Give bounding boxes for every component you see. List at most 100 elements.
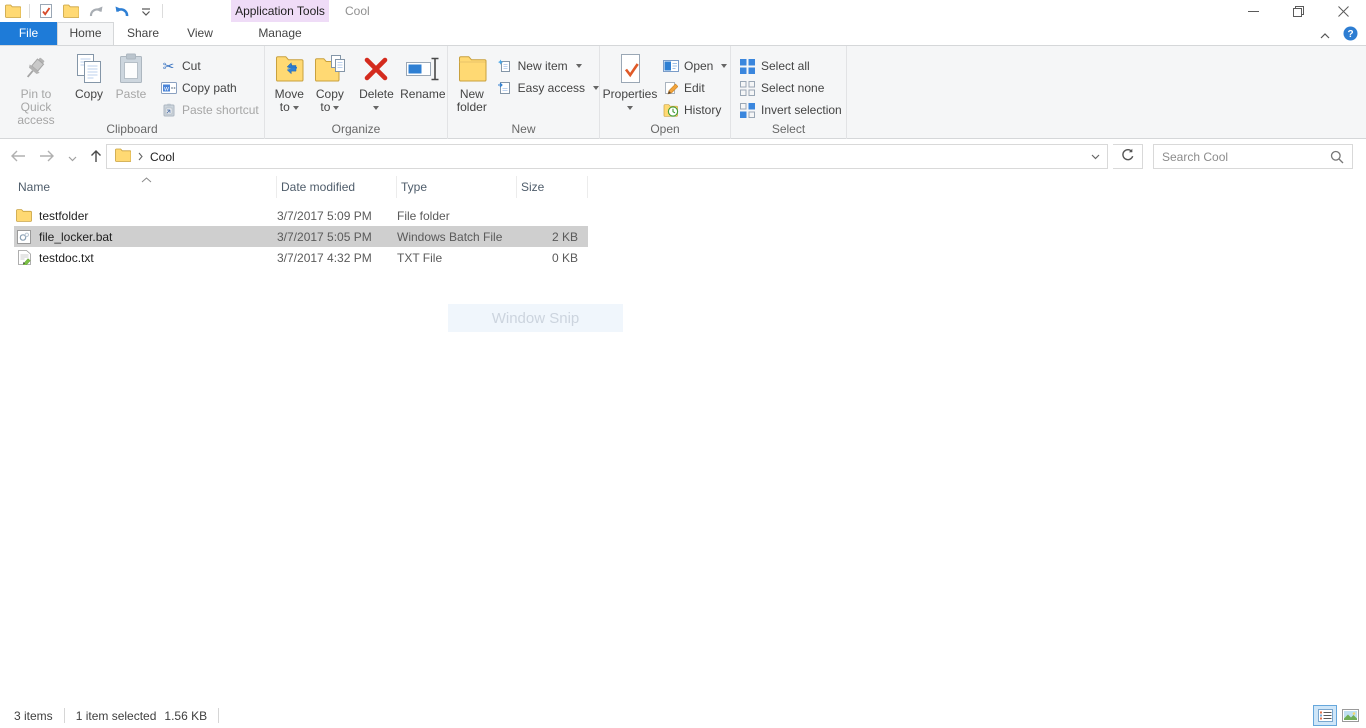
select-group-label: Select: [731, 122, 846, 136]
copy-to-button[interactable]: Copy to: [310, 48, 351, 114]
large-icons-view-button[interactable]: [1339, 706, 1361, 725]
address-bar[interactable]: Cool: [106, 144, 1108, 169]
paste-label: Paste: [116, 87, 147, 101]
view-switcher: [1314, 706, 1361, 725]
qat-new-folder-icon[interactable]: [62, 2, 80, 20]
back-icon[interactable]: [10, 150, 26, 165]
select-none-button[interactable]: Select none: [739, 77, 842, 99]
refresh-button[interactable]: [1113, 144, 1143, 169]
table-row[interactable]: testfolder 3/7/2017 5:09 PM File folder: [14, 205, 588, 226]
status-bar: 3 items 1 item selected 1.56 KB: [0, 703, 1366, 728]
breadcrumb-segment[interactable]: Cool: [150, 150, 175, 164]
invert-selection-icon: [739, 103, 756, 118]
forward-icon[interactable]: [39, 150, 55, 165]
dropdown-arrow-icon: [627, 106, 633, 110]
column-header-type[interactable]: Type: [397, 176, 517, 198]
minimize-button[interactable]: [1231, 0, 1276, 22]
dropdown-arrow-icon: [333, 106, 339, 110]
open-group-label: Open: [600, 122, 730, 136]
navigation-buttons: [10, 149, 102, 166]
rename-button[interactable]: Rename: [399, 48, 447, 101]
easy-access-label: Easy access: [518, 81, 585, 95]
details-view-button[interactable]: [1314, 706, 1336, 725]
column-header-size[interactable]: Size: [517, 176, 588, 198]
edit-button[interactable]: Edit: [662, 77, 727, 99]
select-all-icon: [739, 59, 756, 74]
copy-path-label: Copy path: [182, 81, 237, 95]
tab-view[interactable]: View: [172, 22, 228, 45]
copy-to-icon: [313, 51, 347, 87]
pin-to-quick-access-button[interactable]: Pin to Quick access: [4, 48, 68, 127]
search-box: [1153, 144, 1353, 169]
clipboard-group-label: Clipboard: [0, 122, 264, 136]
dropdown-arrow-icon: [721, 64, 727, 68]
paste-icon: [117, 51, 145, 87]
rename-label: Rename: [400, 87, 445, 101]
properties-label: Properties: [603, 87, 658, 101]
tab-manage[interactable]: Manage: [228, 22, 332, 45]
table-row[interactable]: testdoc.txt 3/7/2017 4:32 PM TXT File 0 …: [14, 247, 588, 268]
recent-locations-icon[interactable]: [68, 151, 77, 165]
new-folder-button[interactable]: New folder: [454, 48, 490, 114]
file-icon: [16, 230, 32, 244]
column-header-date-modified[interactable]: Date modified: [277, 176, 397, 198]
breadcrumb-chevron-icon[interactable]: [138, 150, 143, 164]
up-icon[interactable]: [90, 149, 102, 166]
qat-divider: [29, 4, 30, 18]
qat-customize-icon[interactable]: [137, 2, 155, 20]
new-item-label: New item: [518, 59, 568, 73]
window-snip-ghost: Window Snip: [448, 304, 623, 332]
easy-access-button[interactable]: Easy access: [496, 77, 599, 99]
table-row[interactable]: file_locker.bat 3/7/2017 5:05 PM Windows…: [14, 226, 588, 247]
paste-shortcut-button[interactable]: Paste shortcut: [160, 99, 259, 121]
item-count: 3 items: [14, 709, 53, 723]
ribbon-group-open: Properties Open Edit: [600, 46, 731, 139]
qat-properties-icon[interactable]: [37, 2, 55, 20]
status-divider: [64, 708, 65, 723]
qat-redo-icon[interactable]: [87, 2, 105, 20]
restore-button[interactable]: [1276, 0, 1321, 22]
cut-button[interactable]: ✂ Cut: [160, 55, 259, 77]
file-name: testdoc.txt: [39, 251, 94, 265]
sort-ascending-icon: [141, 172, 152, 186]
tab-share[interactable]: Share: [114, 22, 172, 45]
file-type: File folder: [397, 209, 517, 223]
large-icons-view-icon: [1342, 709, 1359, 722]
new-group-label: New: [448, 122, 599, 136]
delete-button[interactable]: Delete: [354, 48, 398, 114]
paste-shortcut-icon: [160, 103, 177, 117]
history-button[interactable]: History: [662, 99, 727, 121]
tab-file[interactable]: File: [0, 22, 57, 45]
ribbon-tab-row: File Home Share View Manage: [0, 22, 1366, 46]
select-all-button[interactable]: Select all: [739, 55, 842, 77]
open-label: Open: [684, 59, 713, 73]
qat-undo-icon[interactable]: [112, 2, 130, 20]
organize-group-label: Organize: [265, 122, 447, 136]
paste-button[interactable]: Paste: [110, 48, 152, 101]
file-list: testfolder 3/7/2017 5:09 PM File folder …: [14, 205, 588, 268]
properties-button[interactable]: Properties: [602, 48, 658, 114]
address-bar-row: Cool: [0, 140, 1366, 172]
delete-icon: [362, 51, 390, 87]
cut-icon: ✂: [160, 58, 177, 75]
move-to-button[interactable]: Move to: [269, 48, 310, 114]
address-dropdown-icon[interactable]: [1083, 145, 1107, 168]
search-icon[interactable]: [1330, 150, 1344, 164]
open-button[interactable]: Open: [662, 55, 727, 77]
close-button[interactable]: [1321, 0, 1366, 22]
breadcrumb-folder-icon: [115, 148, 131, 165]
paste-shortcut-label: Paste shortcut: [182, 103, 259, 117]
collapse-ribbon-icon[interactable]: [1320, 28, 1330, 42]
tab-home[interactable]: Home: [57, 22, 114, 45]
file-type: Windows Batch File: [397, 230, 517, 244]
search-input[interactable]: [1154, 150, 1330, 164]
window-title: Cool: [345, 0, 370, 22]
copy-button[interactable]: Copy: [68, 48, 110, 101]
help-icon[interactable]: ?: [1343, 26, 1358, 44]
invert-selection-label: Invert selection: [761, 103, 842, 117]
rename-icon: [405, 51, 441, 87]
copy-path-button[interactable]: w Copy path: [160, 77, 259, 99]
invert-selection-button[interactable]: Invert selection: [739, 99, 842, 121]
contextual-tab-group: Application Tools: [231, 0, 329, 22]
new-item-button[interactable]: New item: [496, 55, 599, 77]
